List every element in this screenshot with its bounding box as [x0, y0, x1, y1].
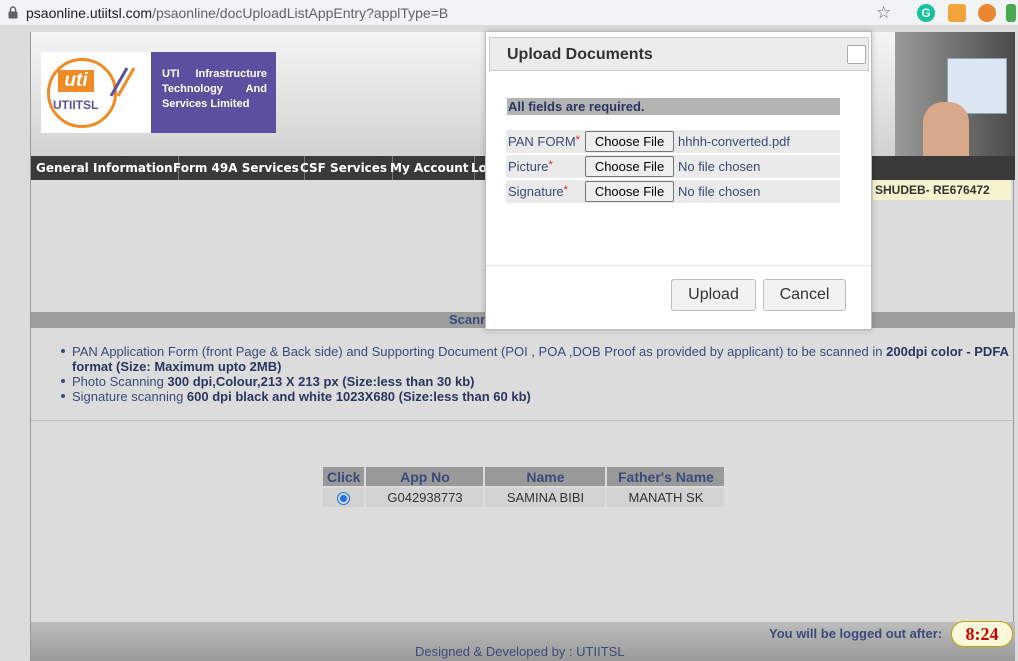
logo-slash-icon — [109, 67, 136, 97]
col-header-name: Name — [485, 467, 606, 486]
pan-form-row: PAN FORM* Choose File hhhh-converted.pdf — [506, 130, 840, 153]
required-note: All fields are required. — [507, 98, 840, 115]
signature-row: Signature* Choose File No file chosen — [506, 180, 840, 203]
col-header-click: Click — [323, 467, 365, 486]
pan-form-label: PAN FORM* — [508, 134, 580, 149]
col-header-fathers-name: Father's Name — [607, 467, 725, 486]
session-timer: 8:24 — [951, 621, 1013, 647]
row-select-cell — [323, 488, 365, 507]
hand-image — [923, 102, 969, 156]
user-id-badge: SHUDEB- RE676472 — [873, 180, 1011, 200]
instruction-item: Photo Scanning 300 dpi,Colour,213 X 213 … — [59, 374, 1015, 389]
application-table: Click App No Name Father's Name G0429387… — [321, 465, 726, 509]
logo-company-name: UTI Infrastructure Technology And Servic… — [162, 68, 267, 110]
utiitsl-logo: uti UTIITSL UTI Infrastructure Technolog… — [41, 52, 276, 133]
logout-warning: You will be logged out after: — [769, 626, 943, 641]
signature-label: Signature* — [508, 184, 568, 199]
dialog-divider — [486, 265, 871, 266]
pan-card-photo — [895, 32, 1015, 156]
bookmark-star-icon[interactable]: ☆ — [876, 3, 891, 23]
gear-extension-icon[interactable] — [978, 4, 996, 22]
col-header-app-no: App No — [366, 467, 484, 486]
logo-badge: uti UTIITSL — [41, 52, 151, 133]
pan-form-choose-file-button[interactable]: Choose File — [585, 131, 674, 152]
browser-address-bar[interactable]: psaonline.utiitsl.com/psaonline/docUploa… — [0, 0, 1018, 26]
grammarly-extension-icon[interactable]: G — [917, 4, 935, 22]
father-name-cell: MANATH SK — [607, 488, 725, 507]
instruction-item: PAN Application Form (front Page & Back … — [59, 344, 1015, 374]
signature-file-name: No file chosen — [678, 184, 761, 199]
logo-utiitsl: UTIITSL — [53, 98, 99, 112]
scan-instructions: PAN Application Form (front Page & Back … — [59, 344, 1015, 404]
nav-csf-services[interactable]: CSF Services — [295, 156, 394, 180]
chart-extension-icon[interactable] — [948, 4, 966, 22]
picture-file-name: No file chosen — [678, 159, 761, 174]
designed-by: Designed & Developed by : UTIITSL — [415, 644, 625, 659]
nav-my-account[interactable]: My Account — [385, 156, 475, 180]
row-select-radio[interactable] — [337, 492, 351, 506]
section-title: Scann — [449, 312, 489, 327]
nav-general-information[interactable]: General Information — [31, 156, 179, 180]
app-no-cell: G042938773 — [366, 488, 484, 507]
logo-uti: uti — [58, 70, 94, 92]
pan-form-file-name: hhhh-converted.pdf — [678, 134, 791, 149]
upload-documents-dialog: Upload Documents All fields are required… — [485, 31, 872, 330]
plant-extension-icon[interactable] — [1006, 4, 1016, 22]
divider — [31, 420, 1015, 421]
picture-row: Picture* Choose File No file chosen — [506, 155, 840, 178]
dialog-title-bar: Upload Documents — [489, 37, 869, 71]
signature-choose-file-button[interactable]: Choose File — [585, 181, 674, 202]
dialog-title: Upload Documents — [507, 46, 653, 63]
table-row: G042938773 SAMINA BIBI MANATH SK — [323, 488, 725, 507]
picture-choose-file-button[interactable]: Choose File — [585, 156, 674, 177]
upload-button[interactable]: Upload — [671, 279, 756, 311]
name-cell: SAMINA BIBI — [485, 488, 606, 507]
nav-form49a-services[interactable]: Form 49A Services — [168, 156, 305, 180]
lock-icon — [8, 6, 18, 19]
url-text[interactable]: psaonline.utiitsl.com/psaonline/docUploa… — [26, 5, 448, 21]
picture-label: Picture* — [508, 159, 553, 174]
close-button[interactable] — [847, 45, 866, 64]
instruction-item: Signature scanning 600 dpi black and whi… — [59, 389, 1015, 404]
cancel-button[interactable]: Cancel — [763, 279, 846, 311]
